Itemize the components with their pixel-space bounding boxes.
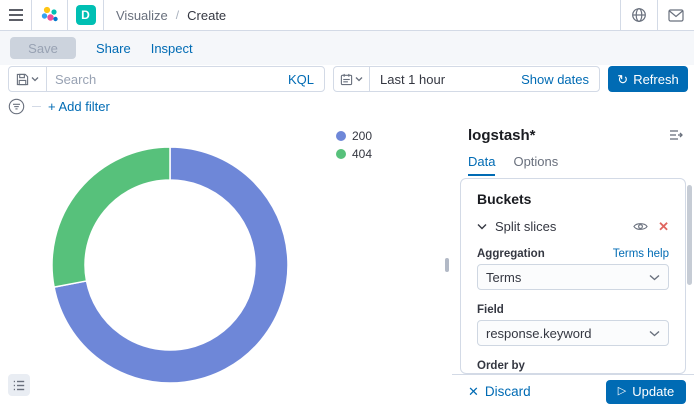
- breadcrumb-current: Create: [187, 8, 226, 23]
- index-pattern-title: logstash*: [468, 127, 536, 144]
- filter-icon[interactable]: [8, 98, 25, 115]
- chevron-down-icon: [355, 76, 363, 82]
- update-label: Update: [632, 384, 674, 399]
- split-slices-label: Split slices: [495, 219, 633, 234]
- update-button[interactable]: ▷ Update: [606, 380, 686, 404]
- show-dates-button[interactable]: Show dates: [521, 72, 599, 87]
- search-input[interactable]: [47, 72, 288, 87]
- order-by-label: Order by: [477, 360, 525, 372]
- legend-item-404[interactable]: 404: [336, 147, 372, 161]
- time-range-value[interactable]: Last 1 hour: [370, 72, 445, 87]
- menu-right-icon: [669, 129, 683, 141]
- remove-bucket-icon[interactable]: ✕: [658, 220, 669, 233]
- refresh-icon: ↻: [617, 73, 628, 86]
- chart-legend: 200 404: [336, 129, 372, 161]
- editor-scrollbar-thumb[interactable]: [687, 185, 692, 285]
- filter-bar: + Add filter: [8, 97, 110, 115]
- date-picker: Last 1 hour Show dates: [333, 66, 600, 92]
- field-select[interactable]: response.keyword: [477, 320, 669, 346]
- save-button[interactable]: Save: [10, 37, 76, 59]
- add-filter-button[interactable]: + Add filter: [48, 99, 110, 114]
- chevron-down-icon: [649, 274, 660, 281]
- chevron-down-icon: [477, 223, 487, 230]
- elastic-logo-button[interactable]: [32, 0, 68, 30]
- globe-icon: [631, 7, 647, 23]
- close-icon: ✕: [468, 385, 479, 398]
- panel-resize-handle[interactable]: [445, 258, 449, 272]
- legend-dot: [336, 131, 346, 141]
- chevron-down-icon: [649, 330, 660, 337]
- query-language-button[interactable]: KQL: [288, 72, 324, 87]
- list-icon: [13, 380, 25, 391]
- help-button[interactable]: [620, 0, 657, 30]
- chevron-down-icon: [31, 76, 39, 82]
- top-header-bar: D Visualize / Create: [0, 0, 694, 31]
- aggregation-label: Aggregation: [477, 248, 545, 260]
- legend-item-200[interactable]: 200: [336, 129, 372, 143]
- aggregation-select[interactable]: Terms: [477, 264, 669, 290]
- tab-options[interactable]: Options: [513, 154, 558, 176]
- legend-dot: [336, 149, 346, 159]
- hamburger-icon: [8, 8, 24, 22]
- space-badge[interactable]: D: [76, 5, 96, 25]
- legend-toggle-button[interactable]: [8, 374, 30, 396]
- eye-icon[interactable]: [633, 221, 648, 232]
- breadcrumb-section[interactable]: Visualize: [116, 8, 168, 23]
- buckets-card: Buckets Split slices ✕ Aggregation Terms…: [460, 178, 686, 374]
- editor-footer: ✕ Discard ▷ Update: [452, 374, 694, 408]
- calendar-icon: [340, 73, 353, 86]
- discard-label: Discard: [485, 384, 531, 399]
- elastic-logo-icon: [40, 5, 60, 25]
- share-button[interactable]: Share: [96, 41, 131, 56]
- play-icon: ▷: [618, 386, 626, 397]
- inspect-button[interactable]: Inspect: [151, 41, 193, 56]
- pie-slice-404[interactable]: [52, 147, 170, 287]
- filter-dash: [32, 106, 41, 107]
- menu-button[interactable]: [0, 0, 32, 30]
- date-quick-menu-button[interactable]: [334, 67, 370, 91]
- save-query-icon: [16, 73, 29, 86]
- space-selector[interactable]: D: [68, 0, 104, 30]
- legend-label: 200: [352, 129, 372, 143]
- breadcrumb: Visualize / Create: [116, 8, 226, 23]
- kibana-visualize-app: D Visualize / Create Save Share Inspec: [0, 0, 694, 408]
- tab-data[interactable]: Data: [468, 154, 495, 176]
- notifications-button[interactable]: [657, 0, 694, 30]
- field-value: response.keyword: [486, 326, 592, 341]
- refresh-button[interactable]: ↻ Refresh: [608, 66, 688, 92]
- legend-label: 404: [352, 147, 372, 161]
- refresh-label: Refresh: [633, 72, 679, 87]
- collapse-panel-button[interactable]: [666, 125, 686, 145]
- split-slices-accordion[interactable]: Split slices ✕: [477, 219, 669, 234]
- envelope-icon: [668, 9, 684, 22]
- breadcrumb-separator: /: [176, 8, 179, 22]
- discard-button[interactable]: ✕ Discard: [468, 384, 531, 399]
- editor-tabs: Data Options: [468, 154, 558, 176]
- saved-query-menu-button[interactable]: [9, 67, 47, 91]
- header-actions: [620, 0, 694, 30]
- terms-help-link[interactable]: Terms help: [613, 248, 669, 260]
- buckets-title: Buckets: [477, 191, 669, 207]
- vis-editor-panel: logstash* Data Options Buckets Split sli…: [452, 118, 694, 408]
- aggregation-value: Terms: [486, 270, 521, 285]
- visualize-toolbar: Save Share Inspect: [0, 31, 694, 65]
- field-label: Field: [477, 304, 504, 316]
- donut-chart: [50, 145, 290, 385]
- query-bar: KQL: [8, 66, 325, 92]
